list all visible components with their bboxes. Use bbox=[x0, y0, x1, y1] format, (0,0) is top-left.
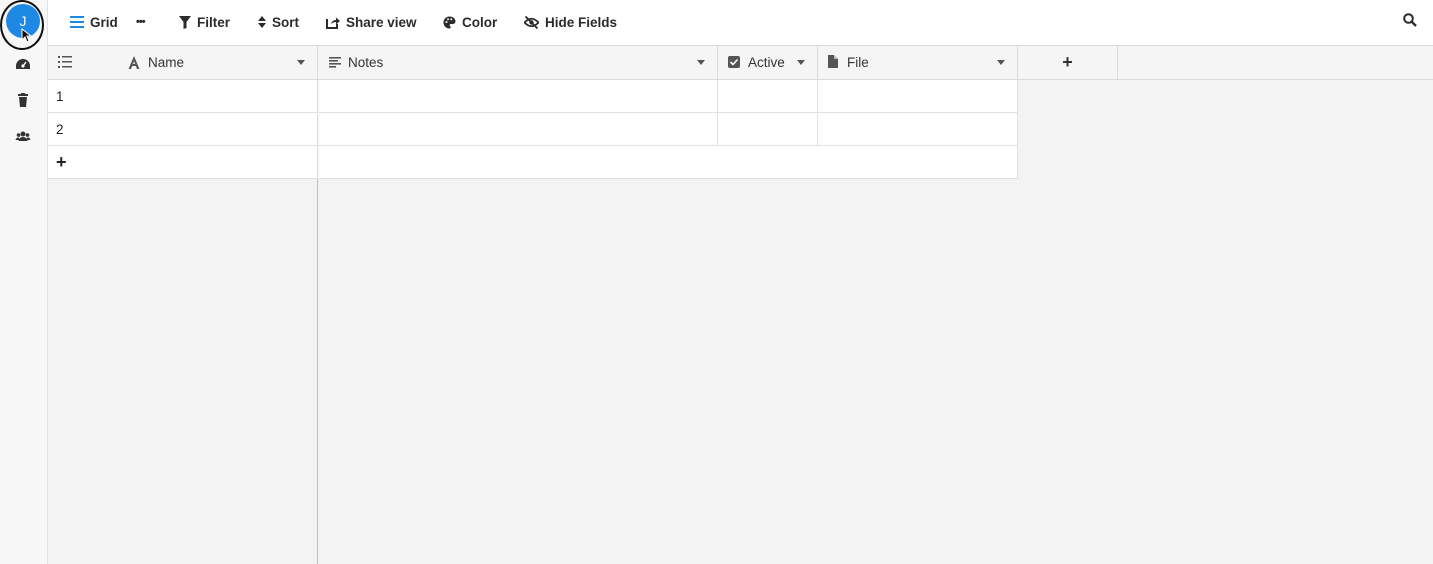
column-label-name: Name bbox=[148, 55, 185, 70]
column-menu-caret-icon[interactable] bbox=[797, 60, 805, 65]
column-header-file[interactable]: File bbox=[818, 46, 1018, 80]
active-cell[interactable] bbox=[718, 80, 818, 113]
table-row[interactable]: 1 bbox=[48, 80, 318, 113]
left-sidebar: J bbox=[0, 0, 48, 564]
add-row-button[interactable]: + bbox=[48, 146, 318, 179]
trash-icon[interactable] bbox=[15, 92, 31, 108]
long-text-icon bbox=[329, 57, 341, 68]
share-view-label: Share view bbox=[346, 14, 417, 30]
hide-fields-button[interactable]: Hide Fields bbox=[524, 12, 617, 32]
filter-button[interactable]: Filter bbox=[179, 12, 230, 32]
filter-label: Filter bbox=[197, 14, 231, 30]
table-row[interactable]: 2 bbox=[48, 113, 318, 146]
plus-icon: + bbox=[56, 151, 67, 172]
file-cell[interactable] bbox=[818, 80, 1018, 113]
share-icon bbox=[326, 17, 340, 29]
palette-icon bbox=[443, 16, 456, 28]
column-menu-caret-icon[interactable] bbox=[297, 60, 305, 65]
color-button[interactable]: Color bbox=[443, 12, 497, 32]
color-label: Color bbox=[462, 14, 498, 30]
sort-label: Sort bbox=[272, 14, 299, 30]
notes-cell[interactable] bbox=[319, 80, 718, 113]
column-menu-caret-icon[interactable] bbox=[697, 60, 705, 65]
ellipsis-icon: ••• bbox=[136, 16, 146, 28]
eye-slash-icon bbox=[524, 15, 539, 29]
filter-icon bbox=[179, 15, 191, 29]
column-label-notes: Notes bbox=[348, 55, 384, 70]
column-header-name[interactable]: Name bbox=[48, 46, 318, 80]
add-row-strip[interactable] bbox=[319, 146, 1018, 179]
view-toolbar: Grid ••• Filter Sort Share view Color Hi… bbox=[48, 0, 1433, 46]
sort-icon bbox=[258, 16, 266, 28]
text-icon bbox=[128, 56, 140, 69]
column-header-active[interactable]: Active bbox=[718, 46, 818, 80]
grid-area: Name 1 2 + Notes Active File + bbox=[48, 46, 1433, 564]
column-label-active: Active bbox=[748, 55, 785, 70]
dashboard-icon[interactable] bbox=[15, 57, 31, 73]
sort-button[interactable]: Sort bbox=[258, 12, 299, 32]
active-cell[interactable] bbox=[718, 113, 818, 146]
file-icon bbox=[828, 55, 838, 68]
checkbox-icon bbox=[728, 56, 740, 68]
plus-icon: + bbox=[1062, 52, 1073, 72]
mouse-cursor-icon bbox=[21, 28, 32, 43]
search-icon[interactable] bbox=[1403, 13, 1417, 27]
column-header-notes[interactable]: Notes bbox=[319, 46, 718, 80]
row-index: 2 bbox=[56, 121, 64, 137]
share-view-button[interactable]: Share view bbox=[326, 12, 417, 32]
hamburger-icon bbox=[70, 16, 84, 28]
users-icon[interactable] bbox=[15, 128, 31, 144]
row-index: 1 bbox=[56, 88, 64, 104]
column-label-file: File bbox=[847, 55, 869, 70]
primary-column-pane: Name 1 2 + bbox=[48, 46, 318, 564]
row-count-icon[interactable] bbox=[58, 56, 72, 69]
more-options-button[interactable]: ••• bbox=[136, 12, 146, 32]
notes-cell[interactable] bbox=[319, 113, 718, 146]
add-column-button[interactable]: + bbox=[1018, 46, 1118, 80]
grid-view-label: Grid bbox=[90, 14, 118, 30]
column-menu-caret-icon[interactable] bbox=[997, 60, 1005, 65]
file-cell[interactable] bbox=[818, 113, 1018, 146]
grid-view-button[interactable]: Grid bbox=[70, 12, 118, 32]
hide-fields-label: Hide Fields bbox=[545, 14, 618, 30]
